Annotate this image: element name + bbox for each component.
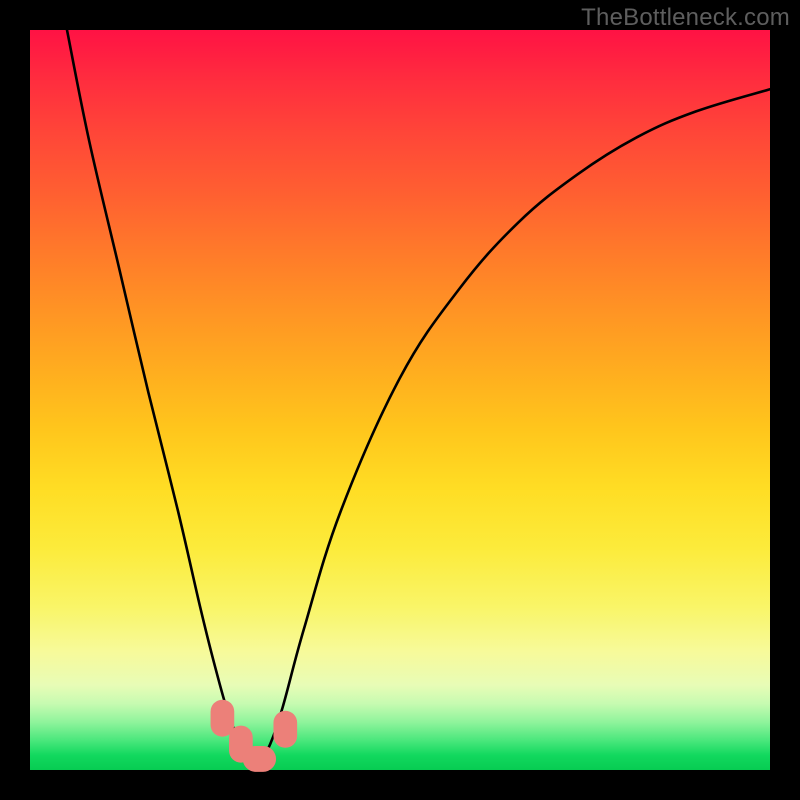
curve-marker [243, 746, 276, 772]
marker-group [211, 700, 298, 772]
bottleneck-curve [67, 30, 770, 763]
plot-area [30, 30, 770, 770]
curve-marker [273, 711, 297, 748]
watermark-text: TheBottleneck.com [581, 4, 790, 32]
curve-svg [30, 30, 770, 770]
chart-frame: TheBottleneck.com [0, 0, 800, 800]
curve-marker [211, 700, 235, 737]
